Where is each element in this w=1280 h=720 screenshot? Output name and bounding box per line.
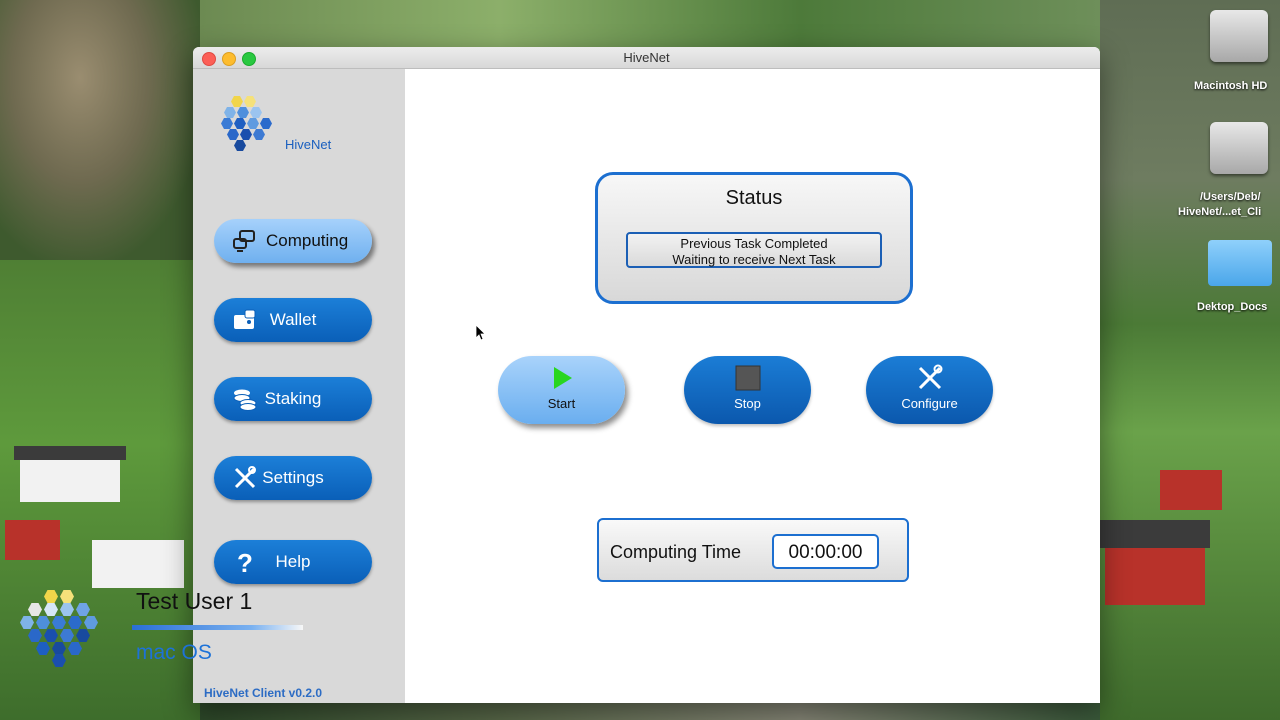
sidebar-item-label: Wallet <box>269 310 317 329</box>
sidebar-item-computing[interactable]: Computing <box>214 219 372 263</box>
stop-label: Stop <box>734 396 761 411</box>
wallpaper-house <box>20 458 120 502</box>
desktop-icon-macintosh-hd[interactable]: Macintosh HD <box>1190 8 1280 98</box>
computing-time-panel: Computing Time 00:00:00 <box>597 518 909 582</box>
desktop-icon-label: HiveNet/...et_Cli <box>1178 206 1262 218</box>
hard-drive-icon <box>1210 10 1268 62</box>
configure-button[interactable]: Configure <box>866 356 993 424</box>
mouse-cursor-icon <box>476 325 486 341</box>
wallpaper-house <box>1160 470 1222 510</box>
status-line-1: Previous Task Completed <box>680 236 828 251</box>
stop-icon <box>735 365 760 391</box>
desktop-icon-disk-image[interactable]: /Users/Deb/ HiveNet/...et_Cli <box>1178 118 1280 222</box>
desktop-icon-label: Macintosh HD <box>1194 80 1268 92</box>
desktop-icon-label: /Users/Deb/ <box>1200 191 1261 203</box>
wallpaper-roof <box>1100 520 1210 548</box>
status-title: Status <box>725 187 783 209</box>
sidebar-item-label: Settings <box>262 468 324 487</box>
sidebar-item-settings[interactable]: Settings <box>214 456 372 500</box>
app-window: HiveNet HiveNet Computing Wallet Staking… <box>193 47 1100 703</box>
user-name: Test User 1 <box>136 588 253 614</box>
hivenet-watermark-logo <box>18 588 108 667</box>
status-message: Previous Task Completed Waiting to recei… <box>626 232 882 268</box>
play-icon <box>553 367 572 389</box>
sidebar-item-staking[interactable]: Staking <box>214 377 372 421</box>
desktop-wallpaper-right <box>1100 0 1280 720</box>
wallpaper-roof <box>14 446 126 460</box>
stop-button[interactable]: Stop <box>684 356 811 424</box>
logo-text: HiveNet <box>285 137 332 152</box>
status-line-2: Waiting to receive Next Task <box>672 252 836 267</box>
computing-time-value: 00:00:00 <box>772 534 879 569</box>
user-divider <box>132 625 303 630</box>
computing-icon <box>233 230 255 252</box>
wallpaper-house <box>92 540 184 588</box>
sidebar-item-label: Computing <box>266 231 349 250</box>
start-label: Start <box>547 396 576 411</box>
desktop-icon-label: Dektop_Docs <box>1197 301 1268 313</box>
configure-label: Configure <box>901 396 958 411</box>
folder-icon <box>1208 240 1272 286</box>
title-bar[interactable]: HiveNet <box>193 47 1100 69</box>
sidebar-item-label: Staking <box>264 389 322 408</box>
disk-image-icon <box>1210 122 1268 174</box>
desktop-wallpaper <box>0 0 200 260</box>
wallpaper-house <box>5 520 60 560</box>
wallpaper-house <box>1105 545 1205 605</box>
computing-time-label: Computing Time <box>610 542 742 562</box>
start-button[interactable]: Start <box>498 356 625 424</box>
desktop-icon-dektop-docs[interactable]: Dektop_Docs <box>1196 236 1280 318</box>
desktop-wallpaper-bottom <box>200 700 1100 720</box>
version-label: HiveNet Client v0.2.0 <box>204 686 323 700</box>
desktop-wallpaper-top <box>200 0 1100 50</box>
status-panel: Status Previous Task Completed Waiting t… <box>595 172 913 304</box>
sidebar-item-label: Help <box>275 552 311 571</box>
tools-icon <box>918 364 942 390</box>
window-title: HiveNet <box>623 50 670 65</box>
sidebar-item-wallet[interactable]: Wallet <box>214 298 372 342</box>
sidebar-item-help[interactable]: ? Help <box>214 540 372 584</box>
os-label: mac OS <box>136 641 212 664</box>
